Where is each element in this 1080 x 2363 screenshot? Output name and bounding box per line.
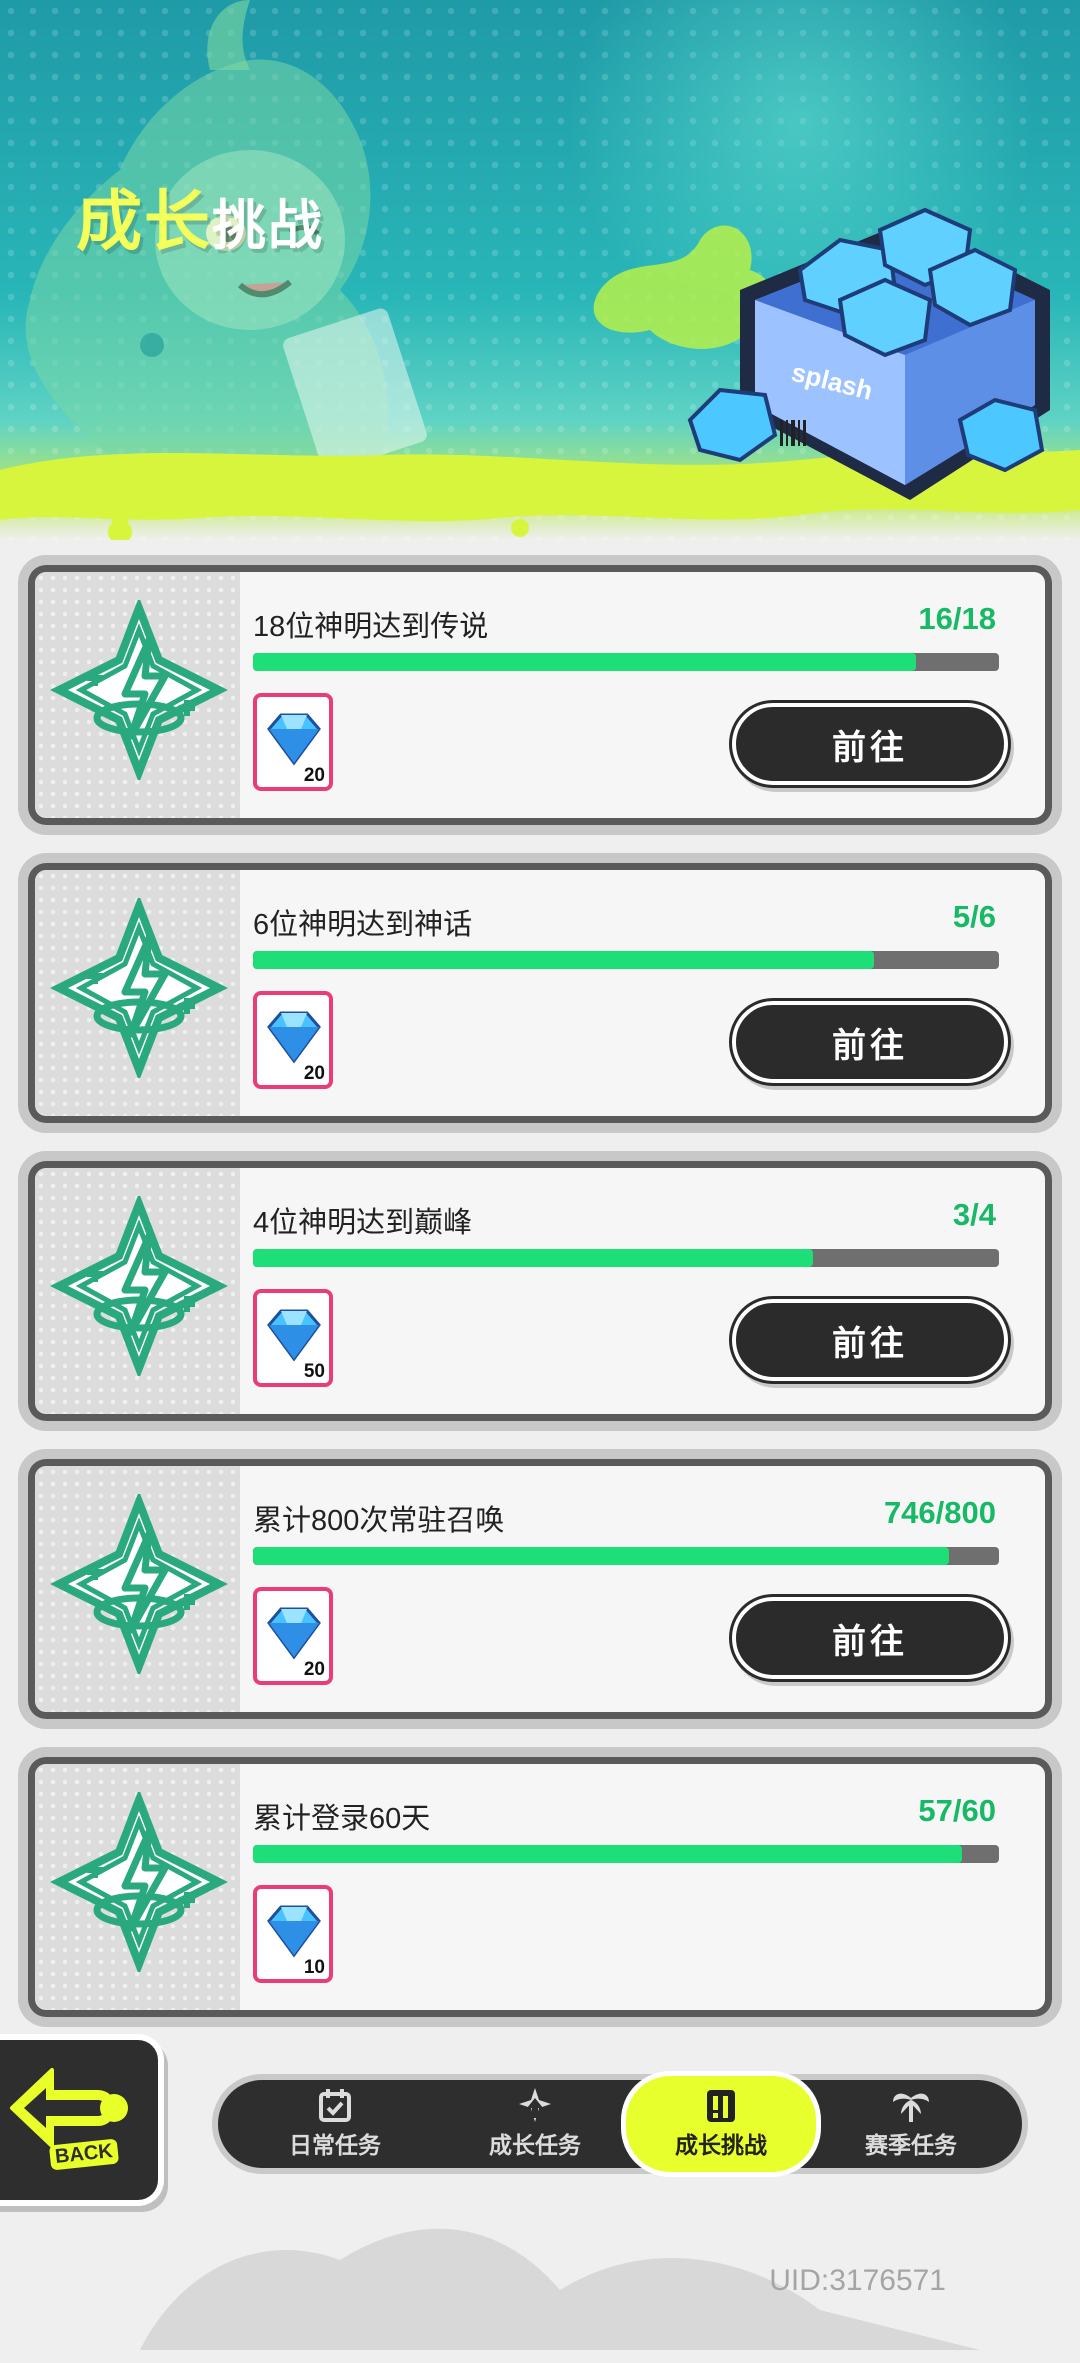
diamond-icon [267,1905,321,1958]
calendar-check-icon [319,2089,351,2122]
tab-label: 成长挑战 [675,2132,767,2158]
tab-season-tasks[interactable]: 赛季任务 [816,2080,1006,2168]
tab-label: 赛季任务 [865,2132,957,2158]
task-icon-panel [35,1764,240,2010]
task-card: 累计800次常驻召唤 746/800 20 前往 [28,1459,1052,1719]
tab-growth-tasks[interactable]: 成长任务 [440,2080,630,2168]
task-progress-count: 746/800 [883,1495,996,1530]
task-progress-count: 3/4 [952,1197,996,1232]
reward-count: 10 [303,1957,325,1978]
reward-item[interactable]: 10 [253,1885,333,1983]
user-id: UID:3176571 [769,2264,946,2297]
palm-tree-icon [893,2093,929,2122]
exclamation-badge-icon [707,2090,735,2122]
task-name: 18位神明达到传说 [253,611,489,643]
task-progress-fill [253,1547,949,1565]
task-icon-panel [35,1168,240,1414]
task-card: 18位神明达到传说 16/18 20 前往 [28,565,1052,825]
page-title-sub: 挑战 [212,196,324,256]
go-button[interactable]: 前往 [732,1597,1008,1679]
reward-count: 20 [303,1659,325,1680]
task-name: 累计800次常驻召唤 [253,1505,505,1537]
task-progress-fill [253,1249,813,1267]
diamond-icon [267,1011,321,1064]
sparkle-arrow-icon [519,2088,551,2122]
task-progress-count: 5/6 [952,899,996,934]
reward-item[interactable]: 20 [253,693,333,791]
diamond-icon [267,1607,321,1660]
page-title: 成长挑战 [76,168,324,264]
task-icon-panel [35,572,240,818]
reward-item[interactable]: 20 [253,1587,333,1685]
reward-item[interactable]: 50 [253,1289,333,1387]
task-icon-panel [35,1466,240,1712]
task-progress-bar [253,1249,999,1267]
background-decoration [140,2228,980,2350]
tab-label: 成长任务 [489,2132,581,2158]
diamond-box-illustration: splash [687,207,1050,500]
lightning-badge-icon [50,1792,228,1972]
go-button[interactable]: 前往 [732,1299,1008,1381]
task-name: 4位神明达到巅峰 [253,1207,473,1239]
task-progress-bar [253,653,999,671]
task-progress-fill [253,1845,962,1863]
tab-label: 日常任务 [289,2132,381,2158]
task-progress-fill [253,653,917,671]
lightning-badge-icon [50,1494,228,1674]
page-title-main: 成长 [76,184,212,258]
task-progress-bar [253,951,999,969]
tab-daily-tasks[interactable]: 日常任务 [240,2080,430,2168]
diamond-icon [267,1309,321,1362]
task-card: 累计登录60天 57/60 10 [28,1757,1052,2017]
lightning-badge-icon [50,600,228,780]
lightning-badge-icon [50,1196,228,1376]
task-progress-count: 16/18 [918,601,996,636]
task-name: 累计登录60天 [253,1803,431,1835]
task-progress-fill [253,951,875,969]
reward-item[interactable]: 20 [253,991,333,1089]
reward-count: 20 [303,1063,325,1084]
lightning-badge-icon [50,898,228,1078]
diamond-icon [267,713,321,766]
go-button[interactable]: 前往 [732,1001,1008,1083]
tab-bar: 日常任务 成长任务 成长挑战 赛季任务 [218,2076,1022,2172]
task-name: 6位神明达到神话 [253,909,473,941]
task-progress-bar [253,1845,999,1863]
tab-growth-challenge[interactable]: 成长挑战 [626,2076,816,2172]
back-button[interactable]: BACK [0,2040,158,2200]
reward-count: 50 [303,1361,325,1382]
reward-count: 20 [303,765,325,786]
task-icon-panel [35,870,240,1116]
task-progress-bar [253,1547,999,1565]
go-button[interactable]: 前往 [732,703,1008,785]
task-card: 6位神明达到神话 5/6 20 前往 [28,863,1052,1123]
task-card: 4位神明达到巅峰 3/4 50 前往 [28,1161,1052,1421]
header-banner: 成长挑战 splash [0,0,1080,540]
task-progress-count: 57/60 [918,1793,996,1828]
